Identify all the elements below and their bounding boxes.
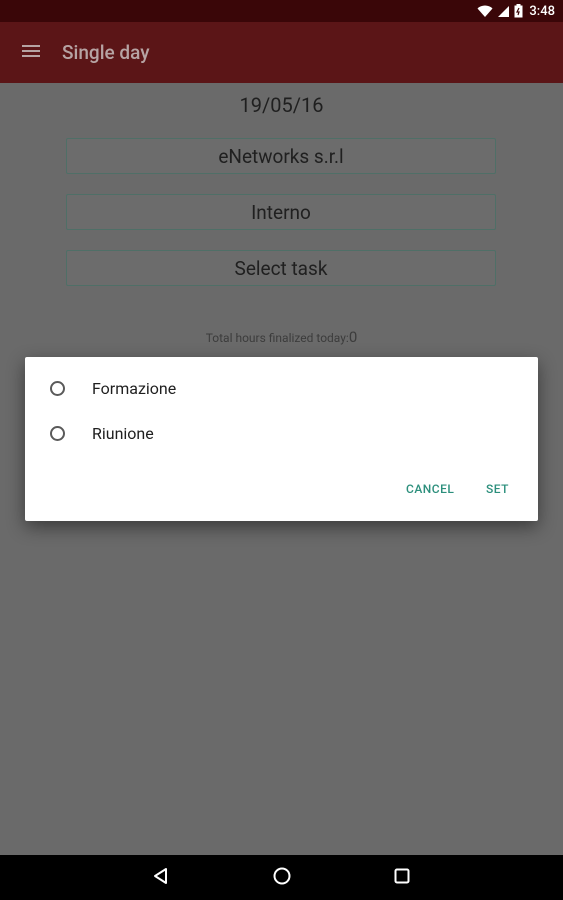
option-riunione[interactable]: Riunione	[48, 418, 154, 448]
battery-icon	[514, 4, 523, 18]
category-field[interactable]: Interno	[66, 194, 496, 230]
option-label: Formazione	[92, 378, 177, 398]
navigation-bar	[0, 855, 563, 900]
radio-unchecked-icon[interactable]	[50, 425, 65, 441]
option-formazione[interactable]: Formazione	[48, 373, 176, 403]
set-button[interactable]: SET	[486, 482, 509, 496]
option-label: Riunione	[92, 423, 154, 443]
home-icon	[272, 866, 292, 890]
recents-button[interactable]	[372, 855, 432, 900]
company-field[interactable]: eNetworks s.r.l	[66, 138, 496, 174]
home-button[interactable]	[252, 855, 312, 900]
total-hours-label: Total hours finalized today:	[205, 331, 349, 345]
wifi-icon	[477, 5, 493, 18]
status-time: 3:48	[529, 3, 555, 19]
app-bar: Single day	[0, 22, 563, 83]
radio-unchecked-icon[interactable]	[50, 380, 65, 396]
date-label[interactable]: 19/05/16	[0, 93, 563, 117]
back-button[interactable]	[131, 855, 191, 900]
hamburger-icon	[22, 43, 40, 62]
total-hours-value: 0	[348, 328, 358, 346]
recents-icon	[393, 867, 411, 889]
task-field[interactable]: Select task	[66, 250, 496, 286]
total-hours: Total hours finalized today:0	[0, 328, 563, 346]
back-icon	[152, 867, 170, 889]
status-bar: 3:48	[0, 0, 563, 22]
cancel-button[interactable]: CANCEL	[406, 482, 454, 496]
page-title: Single day	[62, 41, 150, 64]
menu-button[interactable]	[0, 22, 62, 83]
task-select-dialog: Formazione Riunione CANCEL SET	[25, 357, 538, 521]
signal-icon	[497, 5, 510, 18]
